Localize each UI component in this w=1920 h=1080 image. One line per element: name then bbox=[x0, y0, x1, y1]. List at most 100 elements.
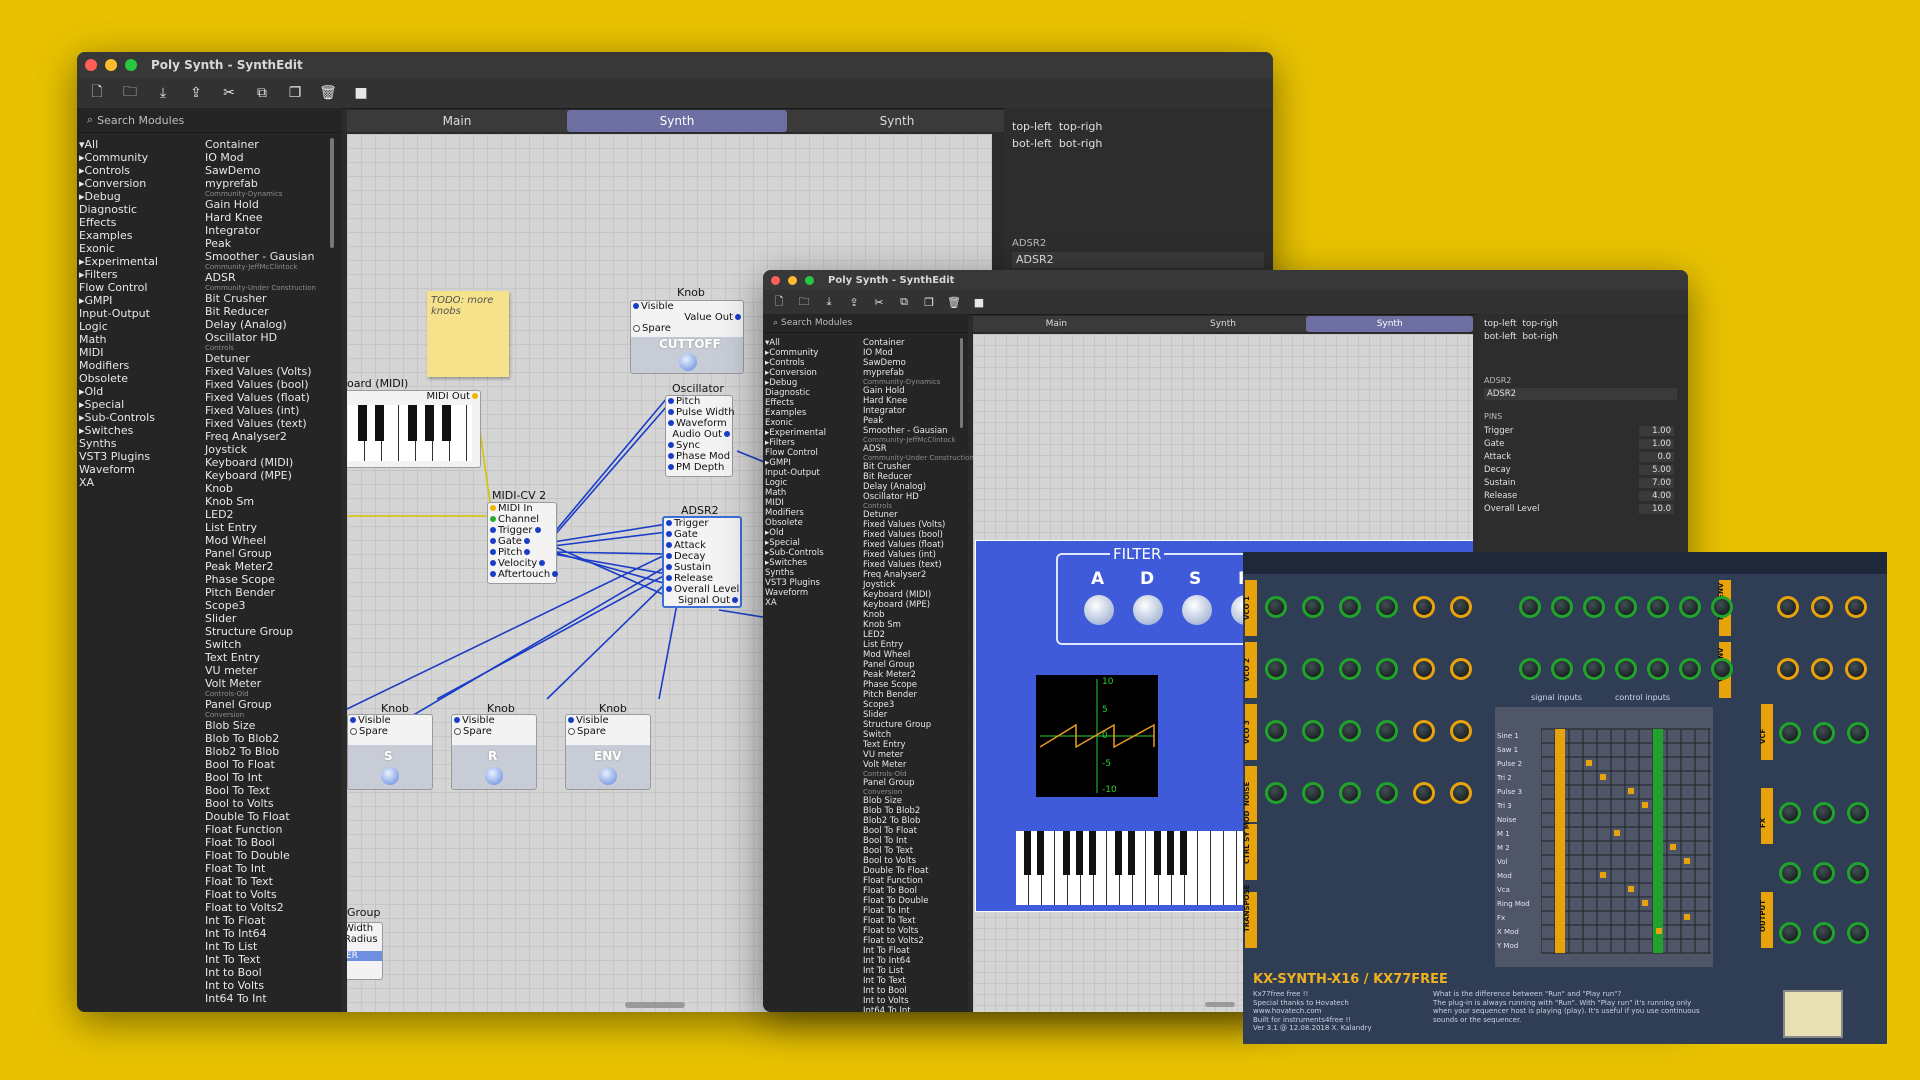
module-item[interactable]: Freq Analyser2 bbox=[205, 430, 316, 443]
module-item[interactable]: Scope3 bbox=[205, 599, 316, 612]
category-item[interactable]: ▾All bbox=[765, 338, 826, 348]
module-item[interactable]: myprefab bbox=[205, 177, 316, 190]
category-item[interactable]: Exonic bbox=[79, 242, 158, 255]
pin-dot[interactable] bbox=[668, 420, 674, 426]
module-pin[interactable]: Aftertouch bbox=[488, 569, 559, 580]
kx-knob[interactable] bbox=[1813, 862, 1835, 884]
category-item[interactable]: ▸Filters bbox=[79, 268, 158, 281]
pin-value[interactable]: 1.00 bbox=[1639, 425, 1674, 436]
tab-synth-1-2[interactable]: Synth bbox=[1140, 316, 1307, 332]
module-item[interactable]: Blob2 To Blob bbox=[205, 745, 316, 758]
kx-knob[interactable] bbox=[1302, 782, 1324, 804]
kx-knob[interactable] bbox=[1779, 802, 1801, 824]
kx-knob[interactable] bbox=[1376, 658, 1398, 680]
module-pin[interactable]: Gate bbox=[488, 536, 556, 547]
pin-dot[interactable] bbox=[666, 520, 672, 526]
kx-knob[interactable] bbox=[1413, 596, 1435, 618]
pin-dot[interactable] bbox=[666, 542, 672, 548]
module-item[interactable]: Float to Volts bbox=[205, 888, 316, 901]
module-list-scrollbar-2[interactable] bbox=[960, 338, 963, 428]
copy-icon[interactable]: ⧉ bbox=[250, 82, 274, 104]
module-item[interactable]: Delay (Analog) bbox=[205, 318, 316, 331]
kx-knob[interactable] bbox=[1376, 596, 1398, 618]
module-item[interactable]: Peak bbox=[863, 416, 974, 426]
mod-matrix[interactable]: signal inputs control inputs Sine 1 Saw 1… bbox=[1495, 693, 1713, 967]
kx-knob[interactable] bbox=[1302, 658, 1324, 680]
save-icon[interactable]: ⤓ bbox=[151, 82, 175, 104]
pin-dot[interactable] bbox=[668, 442, 674, 448]
kx-knob[interactable] bbox=[1376, 720, 1398, 742]
module-pin[interactable]: Signal Out bbox=[664, 595, 740, 606]
category-item[interactable]: MIDI bbox=[79, 346, 158, 359]
sticky-note[interactable]: TODO: more knobs bbox=[427, 291, 509, 377]
module-item[interactable]: Float To Bool bbox=[205, 836, 316, 849]
module-item[interactable]: Oscillator HD bbox=[205, 331, 316, 344]
knob-s-module[interactable]: Visible Spare S bbox=[347, 714, 433, 790]
module-item[interactable]: Blob Size bbox=[205, 719, 316, 732]
module-item[interactable]: Float to Volts bbox=[863, 926, 974, 936]
category-item[interactable]: MIDI bbox=[765, 498, 826, 508]
kx-knob[interactable] bbox=[1813, 802, 1835, 824]
module-item[interactable]: Fixed Values (Volts) bbox=[863, 520, 974, 530]
module-item[interactable]: Int To Float bbox=[863, 946, 974, 956]
module-item[interactable]: Fixed Values (int) bbox=[205, 404, 316, 417]
pin-spare[interactable]: Spare bbox=[348, 726, 432, 737]
kx-knob[interactable] bbox=[1583, 596, 1605, 618]
category-item[interactable]: ▸Special bbox=[79, 398, 158, 411]
module-item[interactable]: Float To Text bbox=[205, 875, 316, 888]
pin-dot[interactable] bbox=[666, 531, 672, 537]
module-item[interactable]: Panel Group bbox=[863, 660, 974, 670]
module-item[interactable]: Bool To Float bbox=[863, 826, 974, 836]
pin-dot[interactable] bbox=[490, 516, 496, 522]
module-item[interactable]: Double To Float bbox=[205, 810, 316, 823]
category-item[interactable]: Exonic bbox=[765, 418, 826, 428]
module-item[interactable]: Keyboard (MPE) bbox=[863, 600, 974, 610]
module-item[interactable]: Switch bbox=[863, 730, 974, 740]
oscillator-module[interactable]: Pitch Pulse Width Waveform Audio Out Sync Pha… bbox=[665, 395, 735, 477]
module-item[interactable]: Volt Meter bbox=[863, 760, 974, 770]
kx-knob[interactable] bbox=[1811, 658, 1833, 680]
category-item[interactable]: Waveform bbox=[79, 463, 158, 476]
module-item[interactable]: Gain Hold bbox=[863, 386, 974, 396]
kx-knob[interactable] bbox=[1450, 596, 1472, 618]
category-item[interactable]: ▸Special bbox=[765, 538, 826, 548]
module-item[interactable]: Bit Reducer bbox=[205, 305, 316, 318]
module-item[interactable]: List Entry bbox=[205, 521, 316, 534]
category-item[interactable]: Math bbox=[79, 333, 158, 346]
zoom-window-button[interactable] bbox=[125, 59, 137, 71]
pin-dot[interactable] bbox=[666, 586, 672, 592]
module-item[interactable]: Bool To Text bbox=[205, 784, 316, 797]
delete-icon[interactable]: 🗑 bbox=[946, 291, 962, 313]
knob-s[interactable] bbox=[1182, 595, 1212, 625]
kx-knob[interactable] bbox=[1413, 782, 1435, 804]
category-item[interactable]: Synths bbox=[79, 437, 158, 450]
module-item[interactable]: Int To Text bbox=[205, 953, 316, 966]
kx-knob[interactable] bbox=[1302, 596, 1324, 618]
category-item[interactable]: ▸Experimental bbox=[765, 428, 826, 438]
kx-knob[interactable] bbox=[1679, 658, 1701, 680]
pin-dot[interactable] bbox=[668, 453, 674, 459]
pin-dot[interactable] bbox=[668, 464, 674, 470]
category-item[interactable]: ▸Switches bbox=[765, 558, 826, 568]
tab-synth-1[interactable]: Synth bbox=[567, 110, 787, 132]
module-item[interactable]: Oscillator HD bbox=[863, 492, 974, 502]
module-item[interactable]: Detuner bbox=[205, 352, 316, 365]
category-item[interactable]: ▸Sub-Controls bbox=[765, 548, 826, 558]
category-item[interactable]: Logic bbox=[765, 478, 826, 488]
kx-knob[interactable] bbox=[1339, 720, 1361, 742]
knob-r-module[interactable]: Visible Spare R bbox=[451, 714, 537, 790]
pin-dot[interactable] bbox=[732, 597, 738, 603]
kx-knob[interactable] bbox=[1339, 596, 1361, 618]
module-pin[interactable]: Attack bbox=[664, 540, 740, 551]
module-item[interactable]: Int64 To Int bbox=[863, 1006, 974, 1012]
module-item[interactable]: Panel Group bbox=[205, 547, 316, 560]
category-item[interactable]: XA bbox=[79, 476, 158, 489]
module-item[interactable]: Phase Scope bbox=[205, 573, 316, 586]
save-icon[interactable]: ⤓ bbox=[821, 291, 837, 313]
module-item[interactable]: myprefab bbox=[863, 368, 974, 378]
module-pin[interactable]: Channel bbox=[488, 514, 556, 525]
knob-env-module[interactable]: Visible Spare ENV bbox=[565, 714, 651, 790]
kx-knob[interactable] bbox=[1413, 720, 1435, 742]
module-pin[interactable]: Trigger bbox=[488, 525, 556, 536]
kx-knob[interactable] bbox=[1551, 596, 1573, 618]
